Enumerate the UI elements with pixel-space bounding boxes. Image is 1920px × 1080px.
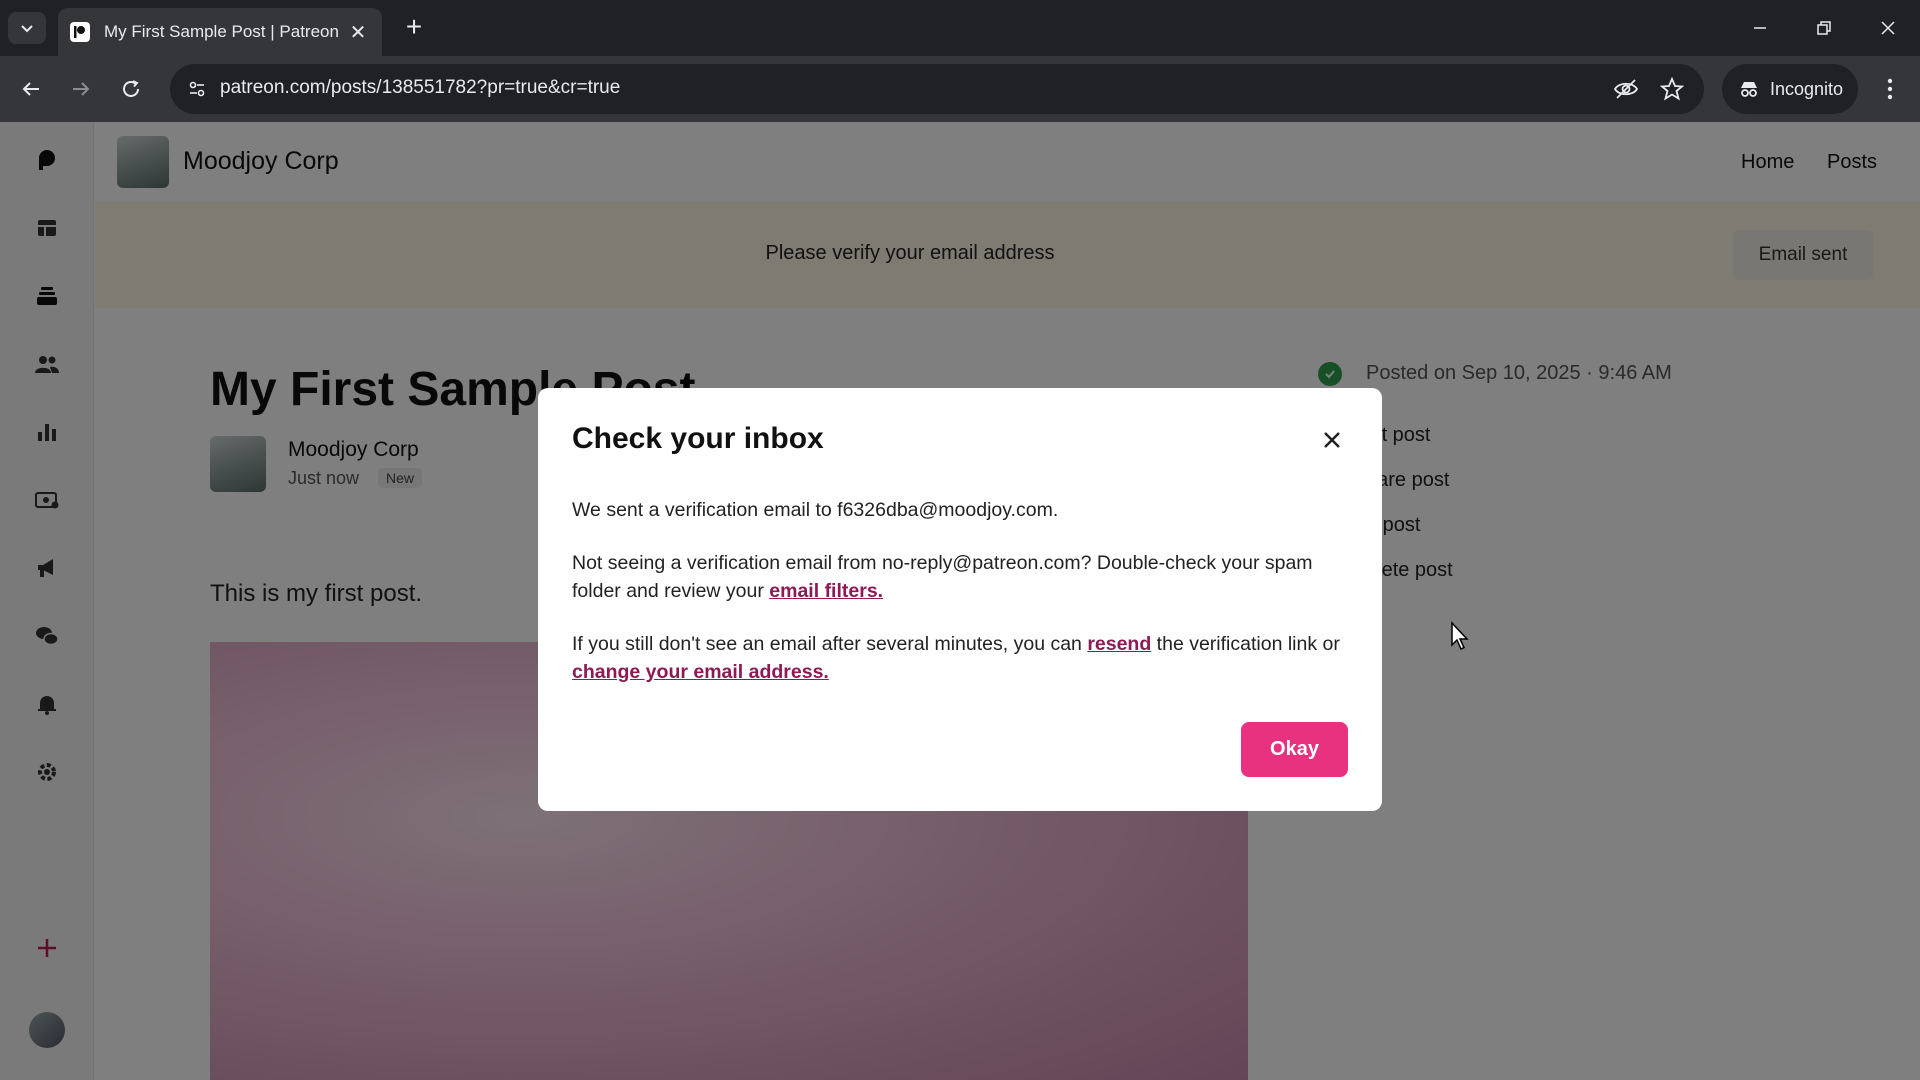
dialog-close-button[interactable] (1314, 422, 1350, 458)
email-filters-link[interactable]: email filters. (769, 580, 883, 602)
window-controls (1728, 0, 1920, 56)
reload-button[interactable] (114, 72, 148, 106)
back-button[interactable] (14, 72, 48, 106)
reload-icon (123, 80, 139, 97)
browser-tab[interactable]: My First Sample Post | Patreon ✕ (58, 8, 382, 56)
tab-close-icon[interactable]: ✕ (346, 20, 370, 45)
minimize-button[interactable] (1728, 0, 1792, 56)
okay-button[interactable]: Okay (1241, 722, 1348, 777)
browser-tabbar: My First Sample Post | Patreon ✕ + (0, 0, 1920, 56)
tab-title: My First Sample Post | Patreon (104, 22, 339, 41)
resend-link[interactable]: resend (1087, 633, 1151, 655)
address-bar[interactable]: patreon.com/posts/138551782?pr=true&cr=t… (170, 64, 1704, 114)
restore-icon (1817, 21, 1831, 35)
dialog-resend-text-middle: the verification link or (1151, 633, 1340, 655)
restore-button[interactable] (1792, 0, 1856, 56)
dialog-resend-text-start: If you still don't see an email after se… (572, 633, 1088, 655)
close-window-button[interactable] (1856, 0, 1920, 56)
incognito-icon (1741, 82, 1757, 97)
minimize-icon (1754, 27, 1766, 29)
star-icon[interactable] (1658, 75, 1686, 103)
arrow-right-icon (73, 82, 90, 96)
browser-menu-button[interactable] (1874, 72, 1906, 106)
new-tab-button[interactable]: + (398, 12, 430, 44)
close-icon (1324, 432, 1340, 448)
arrow-left-icon (22, 82, 39, 96)
dialog-title: Check your inbox (572, 422, 824, 455)
chevron-down-icon (21, 25, 33, 33)
tab-search-button[interactable] (8, 12, 46, 44)
patreon-favicon-icon (70, 22, 90, 42)
change-email-link[interactable]: change your email address. (572, 661, 829, 683)
close-icon (1881, 21, 1895, 35)
forward-button[interactable] (64, 72, 98, 106)
incognito-label: Incognito (1770, 78, 1844, 99)
browser-toolbar: patreon.com/posts/138551782?pr=true&cr=t… (0, 56, 1920, 122)
more-vertical-icon (1887, 78, 1893, 100)
dialog-resend-text: If you still don't see an email after se… (572, 630, 1352, 686)
dialog-spam-text-main: Not seeing a verification email from no-… (572, 552, 1313, 602)
check-inbox-dialog: Check your inbox We sent a verification … (538, 388, 1382, 811)
dialog-sent-text: We sent a verification email to f6326dba… (572, 499, 1059, 521)
site-info-icon[interactable] (182, 74, 212, 104)
incognito-button[interactable]: Incognito (1722, 64, 1858, 114)
dialog-spam-text: Not seeing a verification email from no-… (572, 549, 1352, 605)
mouse-cursor-icon (1451, 621, 1469, 651)
eye-off-icon[interactable] (1612, 75, 1640, 103)
url-text[interactable]: patreon.com/posts/138551782?pr=true&cr=t… (220, 77, 620, 99)
